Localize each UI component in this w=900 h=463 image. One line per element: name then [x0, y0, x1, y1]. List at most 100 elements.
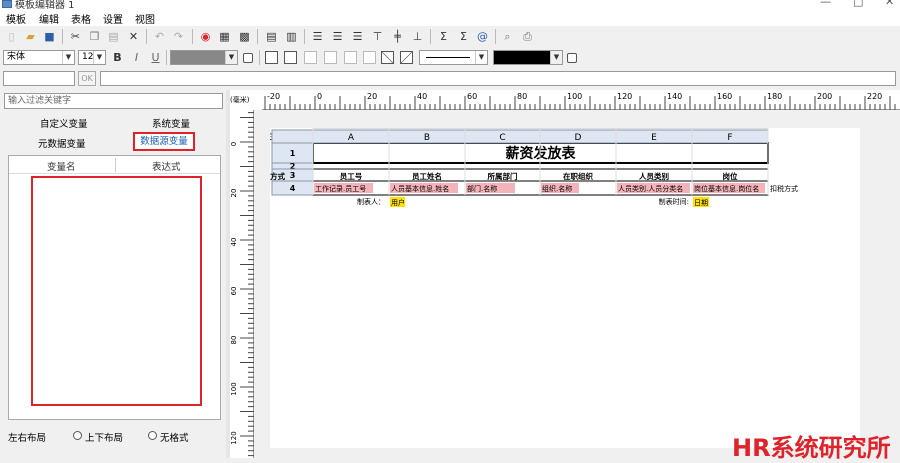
valign-top-icon[interactable]: ⊤	[370, 29, 385, 44]
redo-icon[interactable]: ↷	[171, 29, 186, 44]
data-field-label: 人员类别.人员分类名	[618, 184, 683, 193]
print-icon[interactable]: ⎙	[520, 29, 535, 44]
menu-settings[interactable]: 设置	[103, 11, 123, 26]
variable-list[interactable]: 变量名 表达式	[8, 155, 221, 420]
menu-edit[interactable]: 编辑	[39, 11, 59, 26]
diagonal-up-icon[interactable]	[400, 51, 413, 64]
undo-icon[interactable]: ↶	[152, 29, 167, 44]
sigma-icon[interactable]: Σ	[456, 29, 471, 44]
border-bottom-icon[interactable]	[363, 51, 376, 64]
vertical-ruler: 0 20 40 60 80 100 120	[230, 110, 254, 458]
paste-icon[interactable]: ▤	[106, 29, 121, 44]
tab-system-vars[interactable]: 系统变量	[152, 116, 190, 130]
col-var-name[interactable]: 变量名	[47, 159, 76, 173]
save-icon[interactable]: ■	[42, 29, 57, 44]
ruler-label: 160	[717, 92, 732, 101]
menu-table[interactable]: 表格	[71, 11, 91, 26]
data-field-label: 扣税方式	[770, 184, 798, 193]
ok-button[interactable]: OK	[78, 71, 96, 86]
open-icon[interactable]: ▰	[23, 29, 38, 44]
spreadsheet[interactable]: 薪资发放表ABCDEFG12345员工号员工姓名所属部门在职组织人员类别岗位扣税…	[270, 128, 860, 448]
fill-color-select[interactable]: ▼	[170, 50, 238, 65]
layout-ud-label[interactable]: 上下布局	[85, 430, 123, 444]
ruler-label: 0	[230, 142, 238, 146]
record-icon[interactable]: ◉	[198, 29, 213, 44]
close-icon[interactable]: ✕	[885, 0, 894, 8]
border-none-icon[interactable]	[265, 51, 278, 64]
valign-middle-icon[interactable]: ╪	[390, 29, 405, 44]
link-icon[interactable]: @	[475, 29, 490, 44]
underline-button[interactable]: U	[148, 50, 163, 65]
align-left-icon[interactable]: ☰	[310, 29, 325, 44]
vertical-ruler-svg: 0 20 40 60 80 100 120	[230, 112, 254, 457]
diagonal-down-icon[interactable]	[381, 51, 394, 64]
maker-value: 用户	[391, 198, 405, 207]
preview-icon[interactable]: ⌕	[500, 29, 515, 44]
fill-checkbox[interactable]	[243, 53, 253, 63]
border-all-icon[interactable]	[284, 51, 297, 64]
line-style-preview	[426, 57, 470, 58]
valign-bottom-icon[interactable]: ⊥	[410, 29, 425, 44]
ruler-label: 100	[567, 92, 582, 101]
filter-input[interactable]: 输入过滤关键字	[4, 93, 223, 109]
tab-meta-vars[interactable]: 元数据变量	[38, 136, 86, 150]
copy-icon[interactable]: ❐	[87, 29, 102, 44]
toolbar-separator	[259, 50, 260, 65]
highlight-box	[31, 176, 202, 406]
font-size-select[interactable]: 12 ▼	[78, 50, 106, 65]
header-cell-label: 所属部门	[488, 171, 518, 181]
font-name-select[interactable]: 宋体 ▼	[3, 50, 75, 65]
list-header: 变量名 表达式	[9, 156, 220, 174]
tab-custom-vars[interactable]: 自定义变量	[40, 116, 88, 130]
table-alt-icon[interactable]: ▩	[237, 29, 252, 44]
delete-icon[interactable]: ✕	[126, 29, 141, 44]
minimize-icon[interactable]: —	[820, 0, 831, 8]
cut-icon[interactable]: ✂	[68, 29, 83, 44]
col-expression[interactable]: 表达式	[152, 159, 181, 173]
layout-none-radio[interactable]	[148, 431, 157, 440]
new-icon[interactable]: ▯	[4, 29, 19, 44]
app-icon	[2, 0, 12, 8]
align-center-icon[interactable]: ☰	[330, 29, 345, 44]
row-header-label: 5	[290, 128, 296, 130]
menu-template[interactable]: 模板	[6, 11, 26, 26]
table-icon[interactable]: ▦	[217, 29, 232, 44]
layout-lr-label[interactable]: 左右布局	[8, 430, 46, 444]
bold-button[interactable]: B	[110, 50, 125, 65]
layout-ud-radio[interactable]	[73, 431, 82, 440]
insert-row-icon[interactable]: ▤	[264, 29, 279, 44]
formula-input[interactable]	[100, 71, 896, 86]
cell-reference-input[interactable]	[3, 71, 75, 86]
ruler-label: 180	[767, 92, 782, 101]
header-cell-label: 员工号	[340, 172, 363, 181]
ruler-label: 40	[230, 238, 238, 247]
formula-bar: OK	[0, 68, 900, 88]
sheet-grid[interactable]: 薪资发放表ABCDEFG12345员工号员工姓名所属部门在职组织人员类别岗位扣税…	[270, 128, 860, 448]
layout-none-label[interactable]: 无格式	[160, 430, 189, 444]
line-checkbox[interactable]	[567, 53, 577, 63]
align-right-icon[interactable]: ☰	[350, 29, 365, 44]
menu-bar: 模板 编辑 表格 设置 视图	[0, 9, 900, 26]
italic-button[interactable]: I	[129, 50, 144, 65]
toolbar-separator	[62, 29, 63, 44]
column-header-label: C	[499, 133, 505, 143]
menu-view[interactable]: 视图	[135, 11, 155, 26]
border-left-icon[interactable]	[304, 51, 317, 64]
horizontal-ruler: -20 0 20 40 60 80 100 120 140 160 180 200 220	[262, 90, 900, 110]
ruler-label: 120	[230, 431, 238, 444]
main-toolbar: ▯ ▰ ■ ✂ ❐ ▤ ✕ ↶ ↷ ◉ ▦ ▩ ▤ ▥ ☰ ☰ ☰ ⊤ ╪ ⊥ …	[0, 26, 900, 47]
column-header-label: E	[651, 133, 657, 143]
border-right-icon[interactable]	[344, 51, 357, 64]
sum-icon[interactable]: Σ	[436, 29, 451, 44]
header-cell-label: 扣税方式	[270, 171, 285, 181]
border-top-icon[interactable]	[324, 51, 337, 64]
ruler-label: -20	[267, 92, 280, 101]
ruler-label: 20	[367, 92, 377, 101]
tab-datasource-vars[interactable]: 数据源变量	[133, 132, 195, 151]
line-color-select[interactable]: ▼	[493, 50, 563, 65]
header-cell-label: 员工姓名	[412, 171, 442, 181]
maximize-icon[interactable]: □	[853, 0, 863, 8]
line-style-select[interactable]: ▼	[419, 50, 488, 65]
ruler-label: 60	[467, 92, 477, 101]
insert-col-icon[interactable]: ▥	[284, 29, 299, 44]
